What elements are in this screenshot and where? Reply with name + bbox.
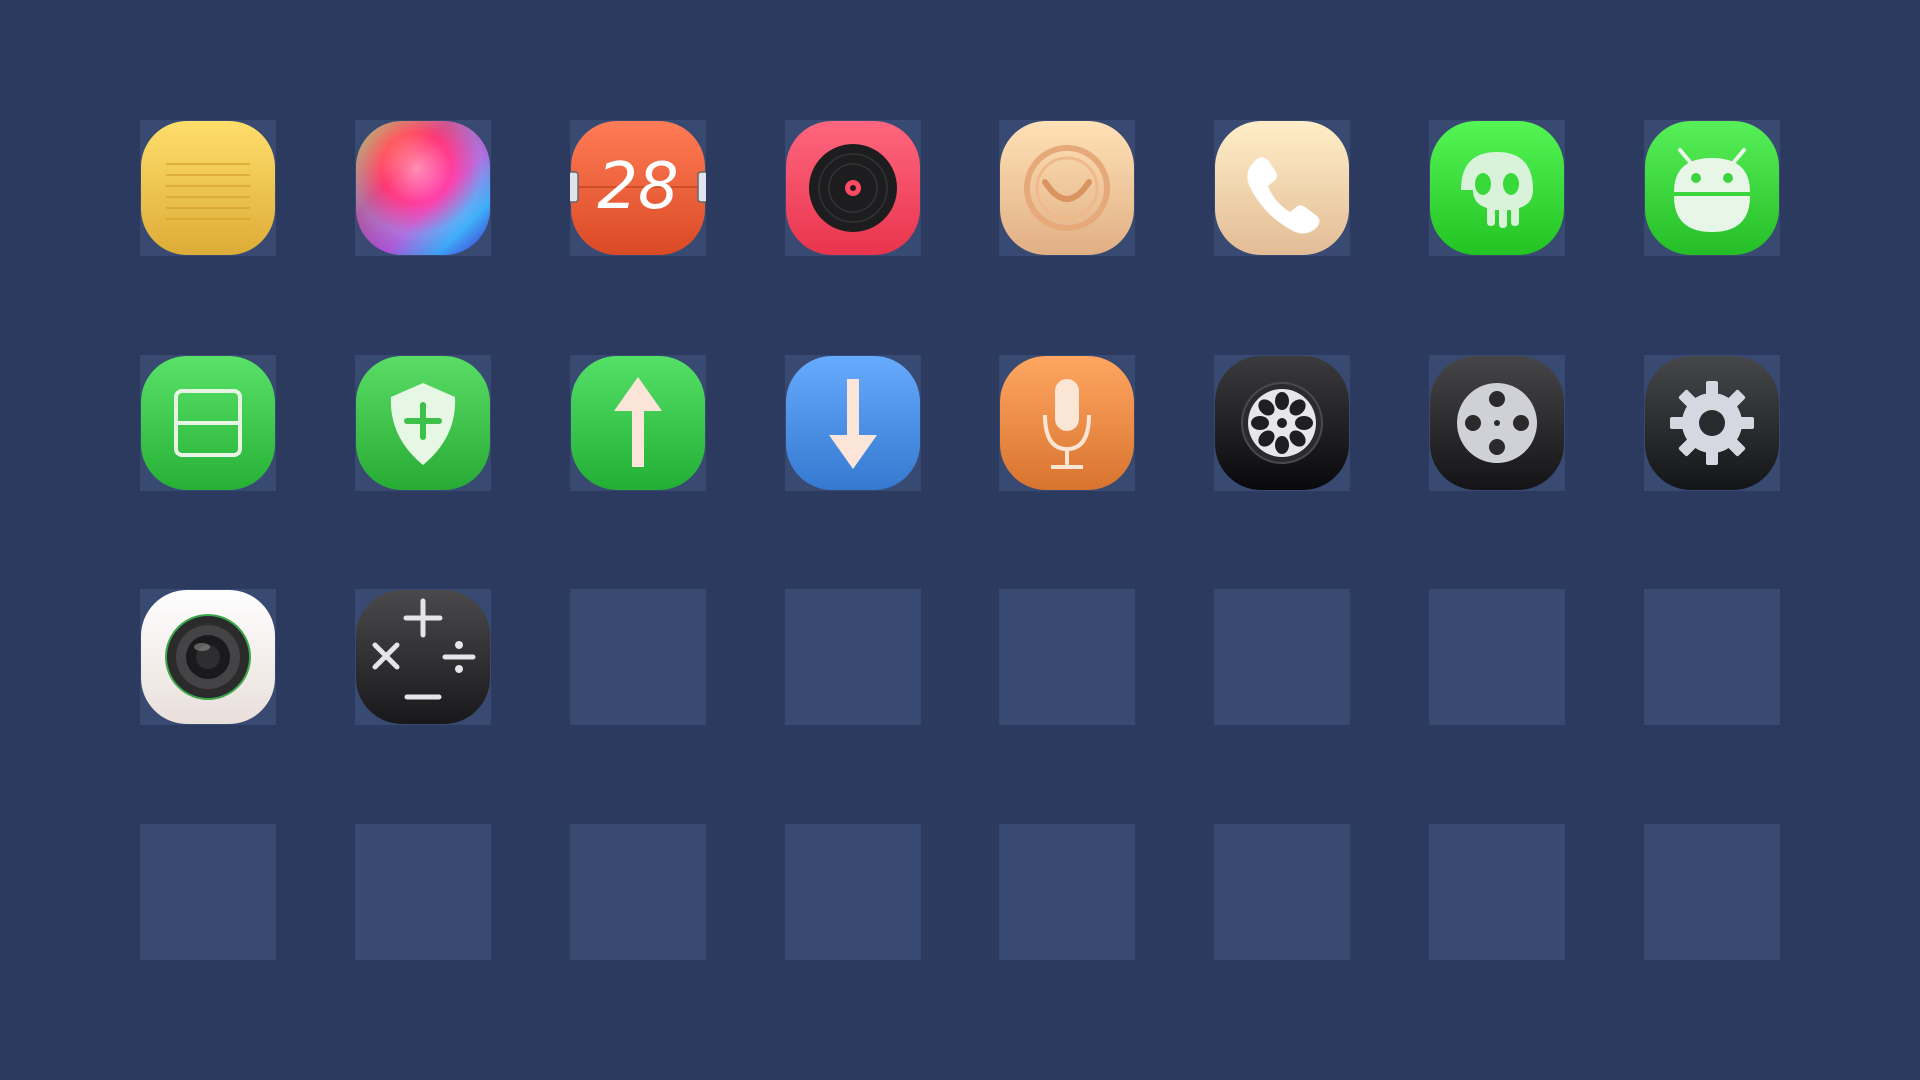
app-slot[interactable] bbox=[785, 120, 921, 256]
home-screen-grid: 28 bbox=[0, 0, 1920, 1080]
empty-slot bbox=[140, 824, 276, 960]
empty-slot bbox=[1214, 589, 1350, 725]
empty-slot bbox=[785, 589, 921, 725]
notes-icon[interactable] bbox=[140, 120, 276, 256]
android-icon[interactable] bbox=[1644, 120, 1780, 256]
empty-slot bbox=[1644, 589, 1780, 725]
empty-slot bbox=[355, 824, 491, 960]
empty-slot bbox=[999, 589, 1135, 725]
upload-arrow-icon[interactable] bbox=[570, 355, 706, 491]
empty-slot bbox=[1429, 824, 1565, 960]
empty-slot bbox=[785, 824, 921, 960]
app-slot[interactable] bbox=[570, 355, 706, 491]
color-palette-icon[interactable] bbox=[355, 120, 491, 256]
app-slot[interactable]: 28 bbox=[570, 120, 706, 256]
download-arrow-icon[interactable] bbox=[785, 355, 921, 491]
empty-slot bbox=[999, 824, 1135, 960]
app-slot[interactable] bbox=[1429, 120, 1565, 256]
app-slot[interactable] bbox=[140, 355, 276, 491]
gear-icon[interactable] bbox=[1644, 355, 1780, 491]
jellyfish-icon[interactable] bbox=[1429, 120, 1565, 256]
app-slot[interactable] bbox=[1644, 355, 1780, 491]
phone-icon[interactable] bbox=[1214, 120, 1350, 256]
app-slot[interactable] bbox=[355, 120, 491, 256]
empty-slot bbox=[570, 589, 706, 725]
scanner-icon[interactable] bbox=[140, 355, 276, 491]
microphone-icon[interactable] bbox=[999, 355, 1135, 491]
app-slot[interactable] bbox=[355, 355, 491, 491]
shield-plus-icon[interactable] bbox=[355, 355, 491, 491]
calendar-date-text: 28 bbox=[597, 150, 678, 224]
film-reel-icon[interactable] bbox=[1214, 355, 1350, 491]
app-slot[interactable] bbox=[785, 355, 921, 491]
video-reel-icon[interactable] bbox=[1429, 355, 1565, 491]
app-slot[interactable] bbox=[999, 120, 1135, 256]
app-slot[interactable] bbox=[140, 120, 276, 256]
calculator-icon[interactable] bbox=[355, 589, 491, 725]
app-slot[interactable] bbox=[1214, 355, 1350, 491]
calendar-icon[interactable]: 28 bbox=[570, 120, 706, 256]
app-slot[interactable] bbox=[355, 589, 491, 725]
app-slot[interactable] bbox=[1429, 355, 1565, 491]
empty-slot bbox=[1644, 824, 1780, 960]
app-slot[interactable] bbox=[140, 589, 276, 725]
app-slot[interactable] bbox=[1214, 120, 1350, 256]
empty-slot bbox=[1429, 589, 1565, 725]
app-slot[interactable] bbox=[999, 355, 1135, 491]
smiley-face-icon[interactable] bbox=[999, 120, 1135, 256]
empty-slot bbox=[570, 824, 706, 960]
empty-slot bbox=[1214, 824, 1350, 960]
camera-icon[interactable] bbox=[140, 589, 276, 725]
music-vinyl-icon[interactable] bbox=[785, 120, 921, 256]
app-slot[interactable] bbox=[1644, 120, 1780, 256]
